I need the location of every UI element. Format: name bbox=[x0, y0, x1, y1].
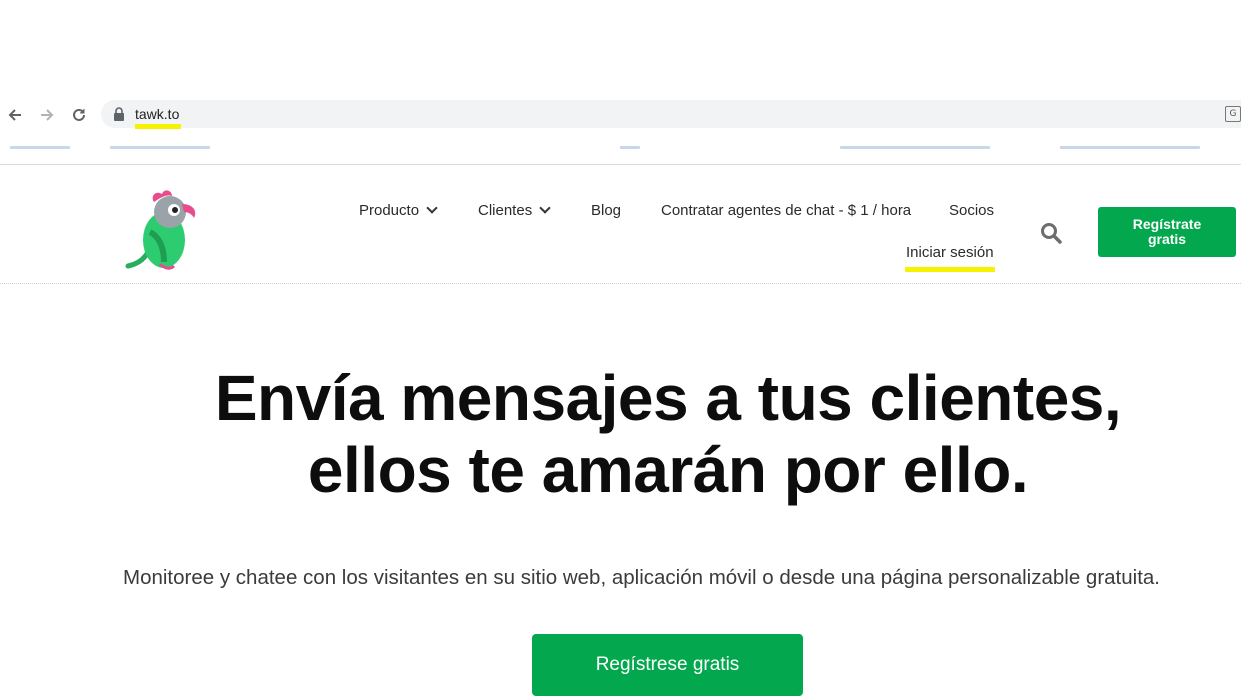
register-button[interactable]: Regístrate gratis bbox=[1098, 207, 1236, 257]
url-highlight bbox=[135, 124, 181, 129]
nav-item-label: Blog bbox=[591, 202, 622, 219]
login-link[interactable]: Iniciar sesión bbox=[906, 244, 994, 261]
reload-icon bbox=[73, 108, 85, 121]
forward-button[interactable] bbox=[36, 104, 58, 126]
nav-item-label: Clientes bbox=[478, 202, 533, 219]
chevron-down-icon bbox=[539, 202, 551, 214]
bookmark-item[interactable] bbox=[1060, 146, 1200, 149]
bookmark-item[interactable] bbox=[620, 146, 640, 149]
chevron-down-icon bbox=[426, 202, 438, 214]
register-button-label: Regístrate gratis bbox=[1132, 216, 1202, 247]
nav-item-label: Socios bbox=[949, 202, 995, 219]
arrow-right-icon bbox=[41, 109, 54, 121]
hero-title-line-2: ellos te amarán por ello. bbox=[307, 434, 1029, 506]
reload-button[interactable] bbox=[68, 104, 90, 126]
signup-cta-button[interactable]: Regístrese gratis bbox=[532, 634, 803, 696]
lock-icon bbox=[114, 107, 124, 121]
search-icon[interactable] bbox=[1040, 222, 1062, 244]
bookmark-item[interactable] bbox=[10, 146, 70, 149]
bookmark-item[interactable] bbox=[110, 146, 210, 149]
bookmark-item[interactable] bbox=[840, 146, 990, 149]
nav-item-label: Producto bbox=[359, 202, 420, 219]
hero-title-line-1: Envía mensajes a tus clientes, bbox=[214, 362, 1122, 434]
hero-subtitle: Monitoree y chatee con los visitantes en… bbox=[123, 566, 1161, 589]
nav-item-label: Contratar agentes de chat - $ 1 / hora bbox=[661, 202, 912, 219]
hero-title: Envía mensajes a tus clientes, ellos te … bbox=[0, 362, 1241, 506]
translate-icon[interactable]: G bbox=[1225, 106, 1241, 122]
bookmarks-bar bbox=[0, 134, 1241, 165]
arrow-left-icon bbox=[8, 109, 21, 121]
parrot-logo[interactable] bbox=[120, 188, 202, 272]
nav-item-producto[interactable]: Producto bbox=[359, 202, 438, 219]
address-bar[interactable] bbox=[101, 100, 1241, 128]
nav-item-socios[interactable]: Socios bbox=[949, 202, 994, 219]
nav-item-blog[interactable]: Blog bbox=[591, 202, 621, 219]
back-button[interactable] bbox=[4, 104, 26, 126]
nav-item-clientes[interactable]: Clientes bbox=[478, 202, 551, 219]
login-highlight bbox=[905, 267, 995, 272]
nav-item-contratar-agentes[interactable]: Contratar agentes de chat - $ 1 / hora bbox=[661, 202, 911, 219]
signup-cta-label: Regístrese gratis bbox=[595, 654, 740, 675]
url-text[interactable]: tawk.to bbox=[135, 105, 179, 123]
